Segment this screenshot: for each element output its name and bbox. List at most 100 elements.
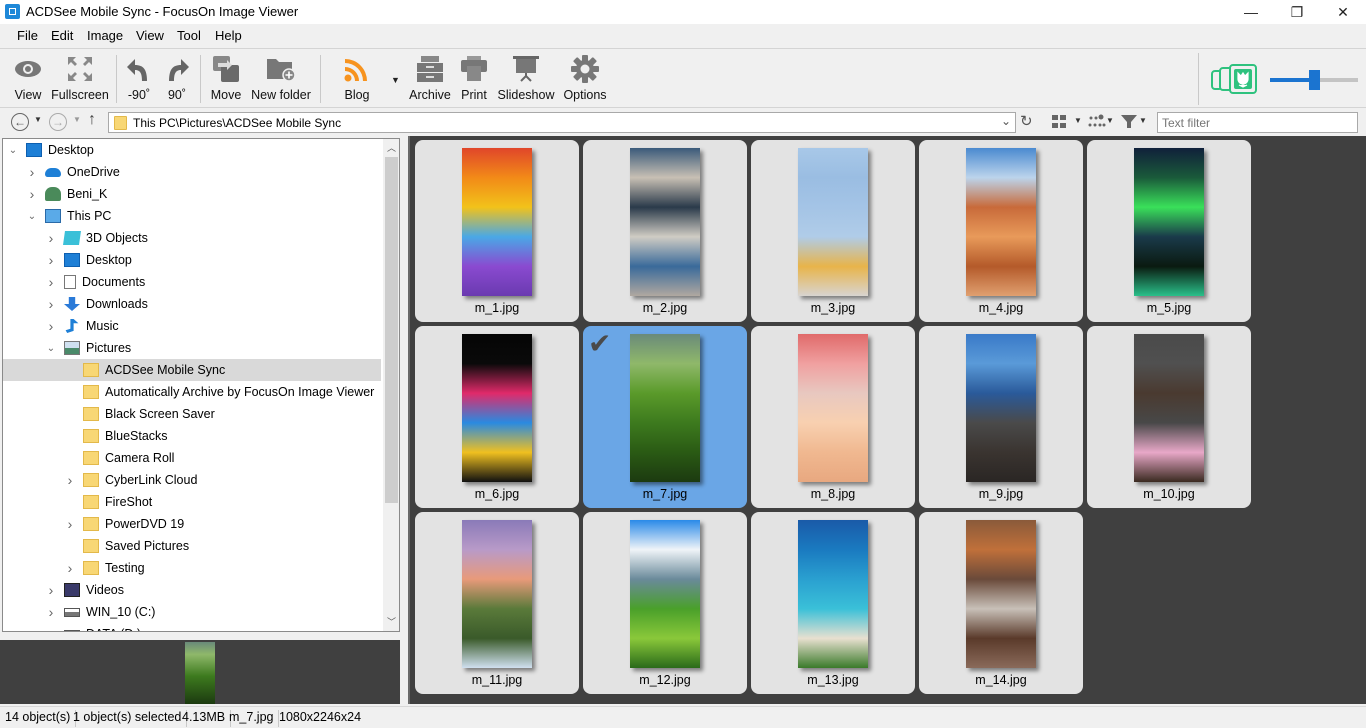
tree-item[interactable]: ⌄ Desktop [3,139,381,161]
tree-item[interactable]: › Desktop [3,249,381,271]
menu-file[interactable]: File [17,28,38,43]
expand-chevron-icon[interactable]: › [64,472,76,488]
thumbnail-item[interactable]: m_10.jpg [1087,326,1251,508]
restore-button[interactable]: ❐ [1274,0,1320,24]
view-mode-dropdown[interactable]: ▼ [1074,116,1082,125]
thumbnail-item[interactable]: m_8.jpg [751,326,915,508]
forward-history-dropdown[interactable]: ▼ [73,115,81,124]
tree-item[interactable]: › CyberLink Cloud [3,469,381,491]
tree-scrollbar[interactable]: ︿ ﹀ [383,139,399,631]
thumbnail-item[interactable]: m_13.jpg [751,512,915,694]
folder-tree: ⌄ Desktop › OneDrive › Beni_K ⌄ This PC › 3D Obje… [2,138,400,632]
minimize-button[interactable]: — [1228,0,1274,24]
up-button[interactable]: ↑ [88,111,96,129]
thumbnail-item[interactable]: m_1.jpg [415,140,579,322]
menu-help[interactable]: Help [215,28,242,43]
thumbnail-item[interactable]: m_11.jpg [415,512,579,694]
expand-chevron-icon[interactable]: › [26,164,38,180]
tree-item[interactable]: › PowerDVD 19 [3,513,381,535]
tree-item[interactable]: › DATA (D:) [3,623,381,631]
tree-item[interactable]: Automatically Archive by FocusOn Image V… [3,381,381,403]
rotate-left-button[interactable]: -90˚ [124,49,154,107]
tree-item[interactable]: › 3D Objects [3,227,381,249]
thumbnail-item[interactable]: m_2.jpg [583,140,747,322]
rotate-right-button[interactable]: 90˚ [162,49,192,107]
thumbnail-filename: m_8.jpg [810,487,856,501]
collapse-chevron-icon[interactable]: ⌄ [7,145,19,156]
tree-scrollbar-thumb[interactable] [385,157,398,503]
tree-item[interactable]: › Testing [3,557,381,579]
tree-item[interactable]: ⌄ This PC [3,205,381,227]
collapse-chevron-icon[interactable]: ⌄ [45,343,57,354]
sort-button[interactable] [1088,114,1106,133]
tree-item[interactable]: › Music [3,315,381,337]
expand-chevron-icon[interactable]: › [45,604,57,620]
slider-thumb[interactable] [1309,70,1320,90]
tree-item[interactable]: FireShot [3,491,381,513]
new-folder-button[interactable]: New folder [250,49,312,107]
tree-item[interactable]: BlueStacks [3,425,381,447]
fullscreen-button[interactable]: Fullscreen [51,49,109,107]
view-button[interactable]: View [8,49,48,107]
expand-chevron-icon[interactable]: › [64,560,76,576]
address-dropdown-icon[interactable]: ⌄ [1001,114,1011,128]
tree-item[interactable]: Black Screen Saver [3,403,381,425]
thumbnail-item[interactable]: m_6.jpg [415,326,579,508]
tree-item[interactable]: › Downloads [3,293,381,315]
filter-dropdown[interactable]: ▼ [1139,116,1147,125]
address-path-field[interactable]: This PC\Pictures\ACDSee Mobile Sync ⌄ [108,112,1016,133]
forward-button[interactable]: → [49,113,67,131]
print-button[interactable]: Print [458,49,490,107]
scroll-down-icon[interactable]: ﹀ [387,615,396,628]
tree-item[interactable]: Saved Pictures [3,535,381,557]
thumbnail-image [798,148,868,296]
expand-chevron-icon[interactable]: › [26,186,38,202]
options-button[interactable]: Options [562,49,608,107]
expand-chevron-icon[interactable]: › [45,274,57,290]
filter-button[interactable] [1121,115,1137,132]
thumbnail-item[interactable]: m_3.jpg [751,140,915,322]
back-history-dropdown[interactable]: ▼ [34,115,42,124]
expand-chevron-icon[interactable]: › [45,296,57,312]
tree-item[interactable]: › Documents [3,271,381,293]
archive-button[interactable]: Archive [408,49,452,107]
sort-dropdown[interactable]: ▼ [1106,116,1114,125]
menu-edit[interactable]: Edit [51,28,73,43]
collapse-chevron-icon[interactable]: ⌄ [26,211,38,222]
expand-chevron-icon[interactable]: › [45,318,57,334]
scroll-up-icon[interactable]: ︿ [387,141,396,154]
thumbnail-item[interactable]: m_4.jpg [919,140,1083,322]
expand-chevron-icon[interactable]: › [45,230,57,246]
menu-tool[interactable]: Tool [177,28,201,43]
expand-chevron-icon[interactable]: › [64,516,76,532]
close-button[interactable]: ✕ [1320,0,1366,24]
thumbnail-item[interactable]: ✔ m_7.jpg [583,326,747,508]
tree-item-label: Documents [82,275,146,289]
tree-item[interactable]: › Videos [3,579,381,601]
tree-item[interactable]: › OneDrive [3,161,381,183]
refresh-button[interactable]: ↻ [1020,112,1033,130]
tree-item[interactable]: › WIN_10 (C:) [3,601,381,623]
expand-chevron-icon[interactable]: › [45,252,57,268]
blog-dropdown-arrow[interactable]: ▼ [391,75,400,85]
blog-button[interactable]: Blog [336,49,378,107]
text-filter-input[interactable] [1157,112,1358,133]
expand-chevron-icon[interactable]: › [45,582,57,598]
tree-item[interactable]: ACDSee Mobile Sync [3,359,381,381]
thumbnail-item[interactable]: m_14.jpg [919,512,1083,694]
slideshow-button[interactable]: Slideshow [498,49,555,107]
thumbnail-item[interactable]: m_9.jpg [919,326,1083,508]
menu-image[interactable]: Image [87,28,123,43]
expand-chevron-icon[interactable]: › [45,626,57,631]
move-button[interactable]: Move [206,49,246,107]
tree-item[interactable]: › Beni_K [3,183,381,205]
thumbnail-item[interactable]: m_5.jpg [1087,140,1251,322]
tree-item[interactable]: ⌄ Pictures [3,337,381,359]
tree-item[interactable]: Camera Roll [3,447,381,469]
menu-view[interactable]: View [136,28,164,43]
tree-item-label: 3D Objects [86,231,148,245]
back-button[interactable]: ← [11,113,29,131]
thumbnail-item[interactable]: m_12.jpg [583,512,747,694]
tree-item-label: DATA (D:) [86,627,141,631]
view-mode-button[interactable] [1052,115,1068,132]
